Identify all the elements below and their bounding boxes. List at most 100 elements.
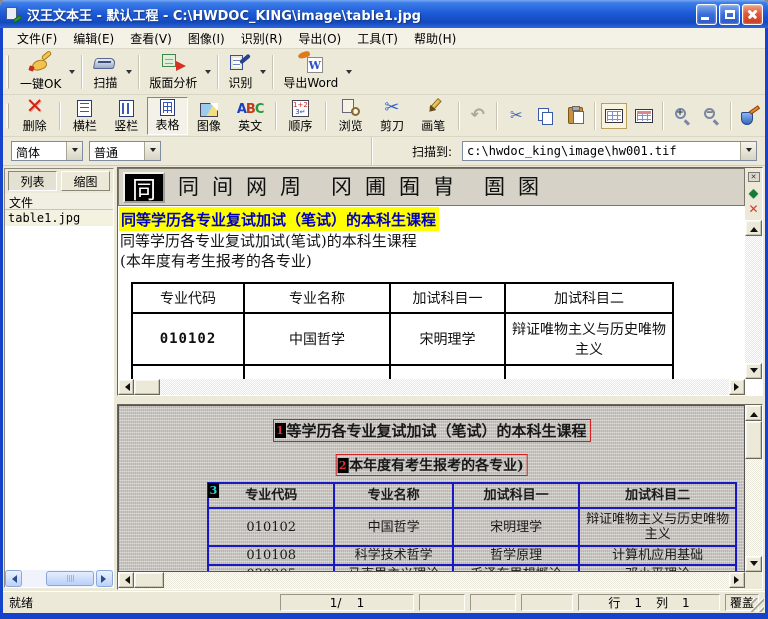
table-view-button[interactable] (601, 103, 627, 129)
copy-button[interactable] (533, 103, 559, 129)
ocr-col-header[interactable]: 加试科目二 (505, 283, 673, 313)
candidate-item[interactable]: 冈 (331, 177, 352, 198)
scroll-thumb[interactable] (134, 572, 164, 588)
scroll-thumb[interactable] (46, 571, 94, 586)
scan-dropdown[interactable] (124, 52, 134, 92)
scroll-left-button[interactable] (118, 572, 134, 588)
toolbar-grip[interactable] (6, 103, 9, 129)
one-key-ok-button[interactable]: 一键OK (14, 51, 67, 93)
ocr-v-scrollbar[interactable] (745, 220, 762, 379)
preview-region-2[interactable]: 2 本年度有考生报考的各专业) (335, 454, 528, 476)
paste-button[interactable] (563, 103, 589, 129)
recognize-dropdown[interactable] (258, 52, 268, 92)
scroll-down-button[interactable] (745, 556, 762, 572)
menu-edit[interactable]: 编辑(E) (65, 28, 122, 49)
file-panel-h-scrollbar[interactable] (5, 570, 113, 587)
candidate-item[interactable]: 同 (178, 177, 199, 198)
ocr-cell[interactable]: 010102 (132, 313, 244, 365)
horizontal-column-button[interactable]: 横栏 (64, 97, 105, 135)
charset-select[interactable]: 简体 (11, 141, 83, 161)
preview-region-1[interactable]: 1 等学历各专业复试加试（笔试）的本科生课程 (272, 419, 590, 442)
scissors-button[interactable]: ✂ 剪刀 (371, 97, 412, 135)
ocr-col-header[interactable]: 专业代码 (132, 283, 244, 313)
preview-table-region[interactable]: 专业代码 专业名称 加试科目一 加试科目二 010102 中国哲学 宋明理学 辩… (207, 482, 737, 572)
ocr-line[interactable]: 同等学历各专业复试加试(笔试)的本科生课程 (118, 231, 745, 251)
ocr-cell[interactable]: 辩证唯物主义与历史唯物主义 (505, 313, 673, 365)
mode-dropdown-arrow[interactable] (144, 142, 160, 160)
layout-analysis-button[interactable]: 版面分析 (143, 51, 203, 93)
recognize-button[interactable]: 识别 (222, 51, 258, 93)
candidate-item[interactable]: 圂 (518, 177, 539, 198)
preview-h-scrollbar[interactable] (118, 572, 745, 589)
menu-recognize[interactable]: 识别(R) (233, 28, 291, 49)
minimize-button[interactable] (696, 4, 717, 25)
menu-image[interactable]: 图像(I) (180, 28, 233, 49)
scroll-right-button[interactable] (96, 570, 113, 587)
candidate-item[interactable]: 胄 (433, 177, 454, 198)
export-word-button[interactable]: W 导出Word (277, 51, 344, 93)
ocr-cell[interactable]: 宋明理学 (390, 313, 505, 365)
candidate-item[interactable]: 网 (246, 177, 267, 198)
candidate-item[interactable]: 周 (280, 177, 301, 198)
settings-button[interactable] (737, 103, 763, 129)
scroll-thumb[interactable] (134, 379, 160, 395)
scan-button[interactable]: 扫描 (86, 51, 124, 93)
pen-button[interactable]: 画笔 (413, 97, 454, 135)
scroll-thumb[interactable] (745, 421, 762, 459)
scroll-right-button[interactable] (729, 379, 745, 395)
file-list-item[interactable]: table1.jpg (5, 210, 113, 226)
export-word-dropdown[interactable] (344, 52, 354, 92)
one-key-ok-dropdown[interactable] (67, 52, 77, 92)
browse-button[interactable]: 浏览 (330, 97, 371, 135)
layout-analysis-dropdown[interactable] (203, 52, 213, 92)
toolbar-grip[interactable] (6, 55, 9, 89)
scroll-left-button[interactable] (118, 379, 134, 395)
table-split-view-button[interactable] (631, 103, 657, 129)
candidate-selected[interactable]: 同 (123, 172, 165, 203)
menu-tools[interactable]: 工具(T) (349, 28, 406, 49)
pane-splitter[interactable] (117, 396, 763, 404)
menu-export[interactable]: 导出(O) (290, 28, 349, 49)
close-button[interactable] (742, 4, 763, 25)
table-region-button[interactable]: 表格 (147, 97, 188, 135)
swap-button[interactable]: ✕ (748, 170, 760, 184)
scroll-up-button[interactable] (745, 220, 762, 236)
ocr-col-header[interactable]: 加试科目一 (390, 283, 505, 313)
title-bar[interactable]: 汉王文本王 - 默认工程 - C:\HWDOC_KING\image\table… (0, 0, 768, 28)
order-button[interactable]: 1+23↵ 顺序 (280, 97, 321, 135)
image-region-button[interactable]: 图像 (188, 97, 229, 135)
resize-grip[interactable] (750, 598, 764, 612)
ocr-line[interactable]: (本年度有考生报考的各专业) (118, 251, 745, 271)
undo-button[interactable]: ↶ (465, 103, 491, 129)
candidate-item[interactable]: 圄 (484, 177, 505, 198)
cancel-button[interactable]: ✕ (748, 202, 758, 216)
scroll-right-button[interactable] (729, 572, 745, 588)
ocr-col-header[interactable]: 专业名称 (244, 283, 390, 313)
zoom-out-button[interactable]: − (699, 103, 725, 129)
confirm-button[interactable]: ◆ (749, 186, 758, 200)
candidate-item[interactable]: 囿 (399, 177, 420, 198)
vertical-column-button[interactable]: 竖栏 (106, 97, 147, 135)
menu-file[interactable]: 文件(F) (9, 28, 65, 49)
scan-to-combobox[interactable]: c:\hwdoc_king\image\hw001.tif (462, 141, 757, 161)
ocr-cell[interactable]: 中国哲学 (244, 313, 390, 365)
candidate-item[interactable]: 圃 (365, 177, 386, 198)
candidate-item[interactable]: 间 (212, 177, 233, 198)
charset-dropdown-arrow[interactable] (66, 142, 82, 160)
ocr-highlight-line[interactable]: 同等学历各专业复试加试（笔试）的本科生课程 (119, 207, 439, 231)
scan-to-dropdown-arrow[interactable] (740, 142, 756, 160)
tab-list[interactable]: 列表 (8, 171, 57, 191)
scroll-left-button[interactable] (5, 570, 22, 587)
maximize-button[interactable] (719, 4, 740, 25)
zoom-in-button[interactable]: + (669, 103, 695, 129)
scroll-down-button[interactable] (745, 363, 762, 379)
scanned-image[interactable]: 1 等学历各专业复试加试（笔试）的本科生课程 2 本年度有考生报考的各专业) 3… (118, 405, 745, 572)
tab-thumbnail[interactable]: 缩图 (61, 171, 110, 191)
english-button[interactable]: ABC 英文 (229, 97, 270, 135)
preview-v-scrollbar[interactable] (745, 405, 762, 572)
ocr-text-area[interactable]: 同等学历各专业复试加试（笔试）的本科生课程 同等学历各专业复试加试(笔试)的本科… (118, 206, 745, 381)
ocr-h-scrollbar[interactable] (118, 379, 745, 395)
cut-button[interactable]: ✂ (503, 103, 529, 129)
menu-view[interactable]: 查看(V) (122, 28, 180, 49)
mode-select[interactable]: 普通 (89, 141, 161, 161)
